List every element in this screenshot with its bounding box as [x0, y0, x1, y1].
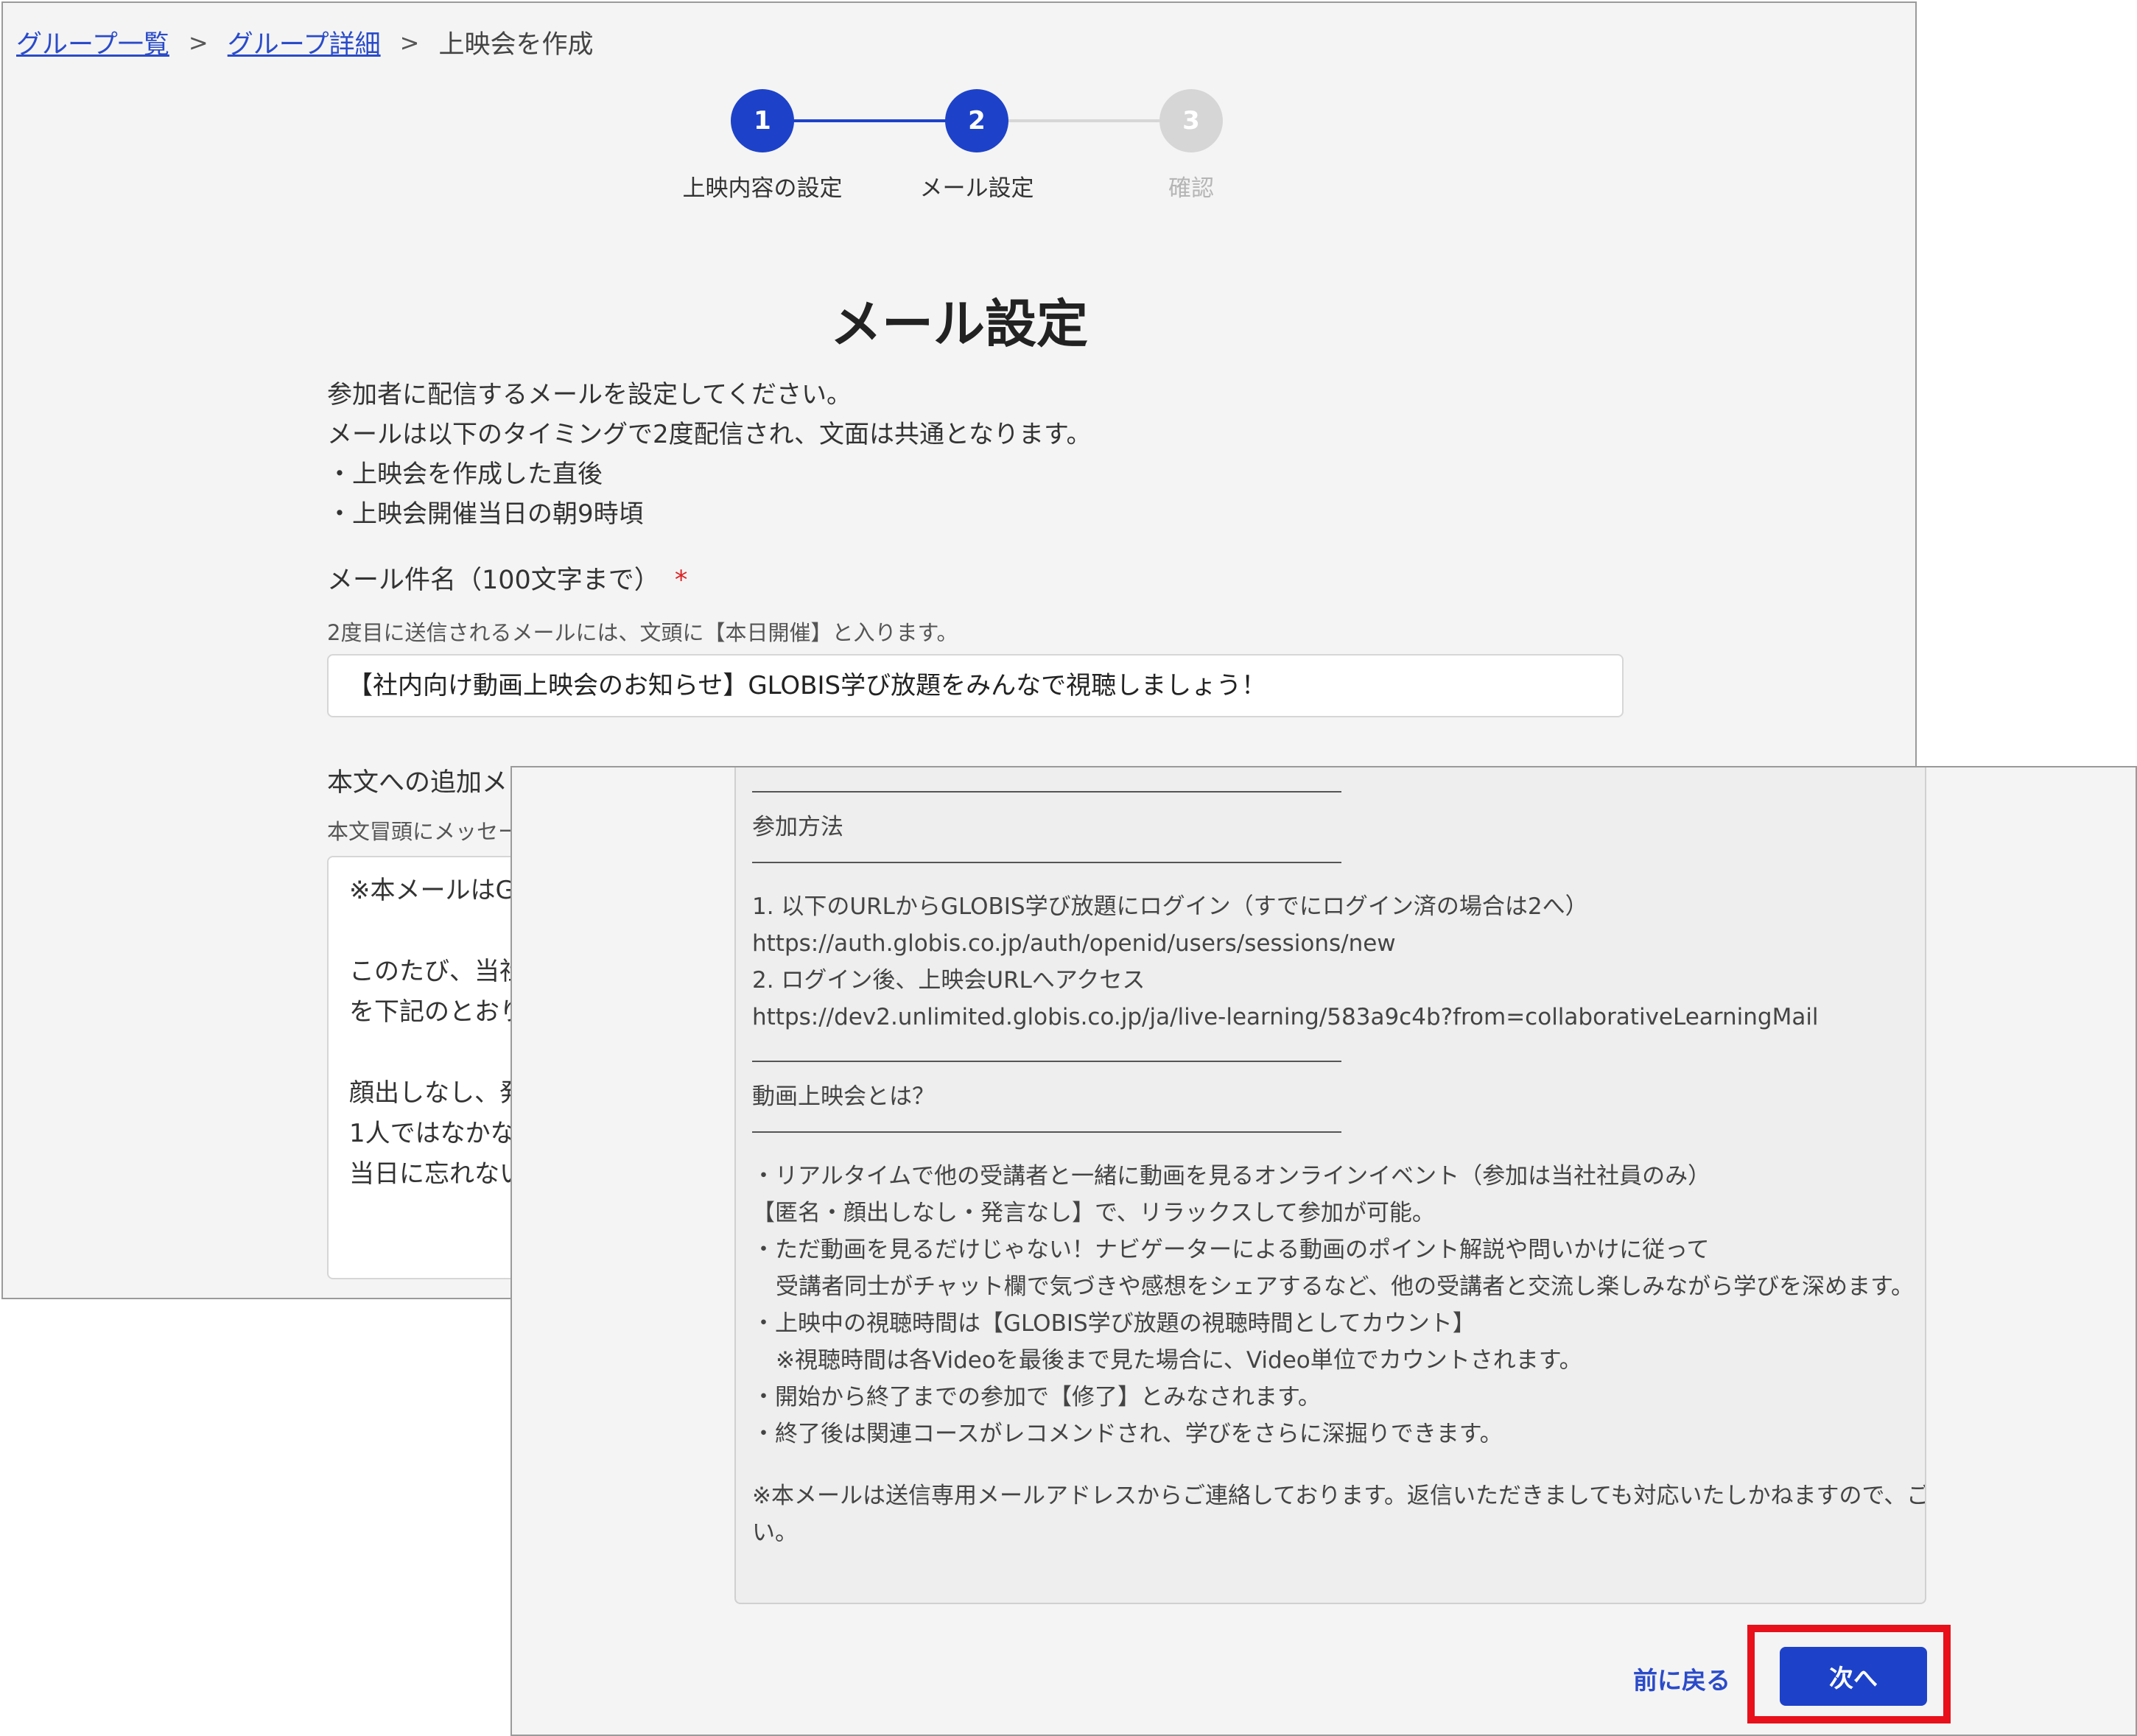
- mail-preview-window: 参加方法 1. 以下のURLからGLOBIS学び放題にログイン（すでにログイン済…: [510, 766, 2137, 1736]
- preview-line: 2. ログイン後、上映会URLへアクセス: [752, 967, 1145, 994]
- subject-input[interactable]: 【社内向け動画上映会のお知らせ】GLOBIS学び放題をみんなで視聴しましょう！: [327, 654, 1624, 717]
- preview-line: ・リアルタイムで他の受講者と一緒に動画を見るオンラインイベント（参加は当社社員の…: [752, 1163, 1711, 1189]
- body-message-hint: 本文冒頭にメッセー: [327, 819, 520, 844]
- preview-line: ・開始から終了までの参加で【修了】とみなされます。: [752, 1384, 1321, 1410]
- preview-line: ・終了後は関連コースがレコメンドされ、学びをさらに深掘りできます。: [752, 1421, 1503, 1447]
- step-1-circle: 1: [731, 89, 794, 152]
- required-mark: *: [674, 566, 688, 595]
- preview-session-url: https://dev2.unlimited.globis.co.jp/ja/l…: [752, 1004, 1819, 1030]
- step-connector-1-2: [793, 119, 969, 122]
- page-description: 参加者に配信するメールを設定してください。 メールは以下のタイミングで2度配信さ…: [327, 375, 1092, 534]
- subject-label-text: メール件名（100文字まで）: [327, 566, 660, 595]
- subject-hint: 2度目に送信されるメールには、文頭に【本日開催】と入ります。: [327, 620, 958, 645]
- subject-label: メール件名（100文字まで） *: [327, 559, 687, 597]
- preview-line: ・ただ動画を見るだけじゃない！ナビゲーターによる動画のポイント解説や問いかけに従…: [752, 1237, 1710, 1263]
- step-1-label: 上映内容の設定: [682, 175, 843, 202]
- preview-section-title: 動画上映会とは？: [752, 1083, 935, 1110]
- preview-line: 1. 以下のURLからGLOBIS学び放題にログイン（すでにログイン済の場合は2…: [752, 893, 1588, 920]
- description-line: ・上映会を作成した直後: [327, 460, 603, 489]
- preview-footer-line: ※本メールは送信専用メールアドレスからご連絡しております。返信いただきましても対…: [752, 1483, 1926, 1509]
- description-line: 参加者に配信するメールを設定してください。: [327, 380, 852, 410]
- progress-stepper: 1 2 3 上映内容の設定 メール設定 確認: [3, 3, 1915, 224]
- preview-line: ・上映中の視聴時間は【GLOBIS学び放題の視聴時間としてカウント】: [752, 1310, 1475, 1337]
- next-button[interactable]: 次へ: [1780, 1647, 1927, 1706]
- description-line: ・上映会開催当日の朝9時頃: [327, 499, 644, 529]
- description-line: メールは以下のタイミングで2度配信され、文面は共通となります。: [327, 420, 1092, 449]
- preview-line: ※視聴時間は各Videoを最後まで見た場合に、Video単位でカウントされます。: [776, 1347, 1582, 1374]
- preview-line: 【匿名・顔出しなし・発言なし】で、リラックスして参加が可能。: [752, 1200, 1435, 1226]
- preview-login-url: https://auth.globis.co.jp/auth/openid/us…: [752, 930, 1396, 957]
- step-connector-2-3: [1002, 119, 1179, 122]
- step-2-circle: 2: [945, 89, 1008, 152]
- step-2-label: メール設定: [919, 175, 1034, 202]
- back-button[interactable]: 前に戻る: [1633, 1661, 1730, 1696]
- step-3-circle: 3: [1159, 89, 1223, 152]
- page-title: メール設定: [830, 294, 1088, 354]
- preview-line: 受講者同士がチャット欄で気づきや感想をシェアするなど、他の受講者と交流し楽しみな…: [776, 1273, 1915, 1300]
- preview-footer-line: い。: [752, 1519, 798, 1546]
- mail-preview-box[interactable]: 参加方法 1. 以下のURLからGLOBIS学び放題にログイン（すでにログイン済…: [734, 767, 1926, 1604]
- preview-section-title: 参加方法: [752, 814, 843, 840]
- step-3-label: 確認: [1168, 175, 1214, 202]
